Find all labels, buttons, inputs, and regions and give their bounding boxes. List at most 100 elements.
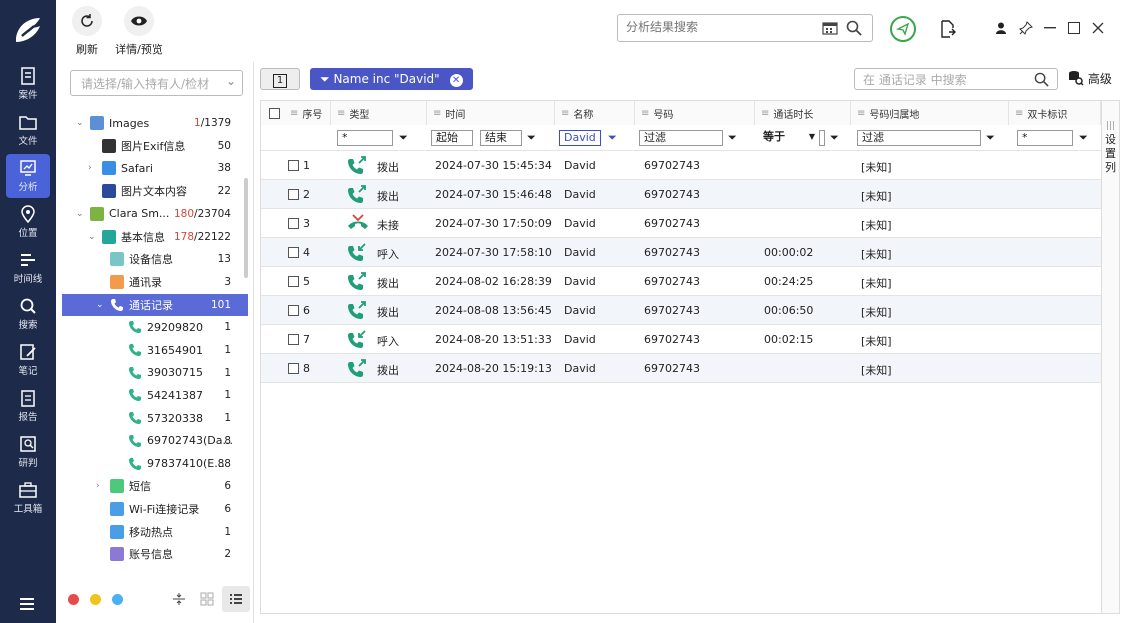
row-checkbox[interactable] [288, 363, 299, 374]
analysis-search-input[interactable] [626, 20, 816, 34]
send-status-icon[interactable] [889, 15, 917, 43]
tree-item[interactable]: 31654901 1 [62, 339, 248, 361]
start-date-filter[interactable]: 起始 [431, 130, 473, 146]
column-settings-button[interactable]: ||| 设置列 [1101, 101, 1119, 613]
column-header[interactable]: ≡ 通话时长 [755, 101, 851, 125]
tree-item[interactable]: ⌄ Clara Sm... 180/23704 [62, 203, 248, 225]
number-filter-input[interactable]: 过滤 [639, 130, 723, 146]
row-checkbox[interactable] [288, 305, 299, 316]
column-header[interactable]: ≡ 号码 [635, 101, 755, 125]
red-dot-icon[interactable] [68, 594, 79, 605]
tree-item[interactable]: 图片Exif信息 50 [62, 135, 248, 157]
tree-item[interactable]: Wi-Fi连接记录 6 [62, 498, 248, 520]
calendar-icon[interactable] [822, 21, 838, 35]
column-header[interactable]: ≡ 序号 [261, 101, 331, 125]
time-filter-icon[interactable]: ⏷ [527, 131, 536, 145]
sidebar-item-judge[interactable]: 研判 [6, 430, 50, 474]
call-log-search-input[interactable]: 在 通话记录 中搜索 [854, 68, 1058, 90]
tree-item[interactable]: 通讯录 3 [62, 271, 248, 293]
page-button[interactable]: 1 [260, 68, 300, 90]
sidebar-item-analysis[interactable]: 分析 [6, 154, 50, 198]
row-checkbox[interactable] [288, 334, 299, 345]
sidebar-item-report[interactable]: 报告 [6, 384, 50, 428]
sim-filter-input[interactable]: * [1017, 130, 1073, 146]
seq-filter-input[interactable]: * [337, 130, 393, 146]
column-header[interactable]: ≡ 双卡标识 [1009, 101, 1101, 125]
sidebar-item-location[interactable]: 位置 [6, 200, 50, 244]
advanced-search-button[interactable]: 高级 [1068, 70, 1112, 87]
sidebar-item-folder[interactable]: 文件 [6, 108, 50, 152]
tree-item[interactable]: › 短信 6 [62, 475, 248, 497]
chevron-down-icon[interactable]: ⌄ [88, 232, 98, 242]
row-checkbox[interactable] [288, 276, 299, 287]
name-filter-icon[interactable]: ⏷ [608, 131, 617, 145]
yellow-dot-icon[interactable] [90, 594, 101, 605]
refresh-button[interactable]: 刷新 [72, 6, 102, 57]
tree-item[interactable]: ⌄ 基本信息 178/22122 [62, 226, 248, 248]
table-row[interactable]: 7 呼入 2024-08-20 13:51:33 David 69702743 00:02… [261, 325, 1101, 354]
row-checkbox[interactable] [288, 160, 299, 171]
tree-item[interactable]: 39030715 1 [62, 362, 248, 384]
list-view-button[interactable] [222, 586, 250, 612]
duration-operator-select[interactable]: 等于 ▼ [759, 130, 815, 146]
table-row[interactable]: 2 拨出 2024-07-30 15:46:48 David 69702743 [未知] [261, 180, 1101, 209]
column-header[interactable]: ≡ 号码归属地 [851, 101, 1009, 125]
sidebar-item-search[interactable]: 搜索 [6, 292, 50, 336]
sidebar-item-toolbox[interactable]: 工具箱 [6, 476, 50, 520]
tree-item[interactable]: 图片文本内容 22 [62, 180, 248, 202]
chevron-right-icon[interactable]: › [96, 481, 106, 491]
search-icon[interactable] [1034, 72, 1049, 87]
close-icon[interactable] [1092, 22, 1104, 34]
table-row[interactable]: 4 呼入 2024-07-30 17:58:10 David 69702743 00:00… [261, 238, 1101, 267]
tree-item[interactable]: › Safari 38 [62, 157, 248, 179]
tree-item[interactable]: 54241387 1 [62, 384, 248, 406]
tree-item[interactable]: 账号信息 2 [62, 543, 248, 565]
chevron-down-icon[interactable]: ⌄ [96, 300, 106, 310]
duration-filter-input[interactable] [819, 130, 825, 146]
preview-button[interactable]: 详情/预览 [99, 6, 179, 57]
tree-item[interactable]: 69702743(Da... 8 [62, 430, 248, 452]
row-checkbox[interactable] [288, 218, 299, 229]
name-filter-input[interactable]: David [559, 130, 601, 146]
name-filter-chip[interactable]: ⏷ Name inc "David" ✕ [310, 68, 473, 90]
search-icon[interactable] [846, 20, 862, 36]
chevron-down-icon[interactable]: ⌄ [76, 209, 86, 219]
table-row[interactable]: 1 拨出 2024-07-30 15:45:34 David 69702743 [未知] [261, 151, 1101, 180]
duration-filter-icon[interactable]: ⏷ [830, 131, 839, 145]
grid-view-icon[interactable] [200, 592, 214, 606]
tree-item[interactable]: ⌄ Images 1/1379 [62, 112, 248, 134]
maximize-icon[interactable] [1068, 22, 1080, 34]
pin-icon[interactable] [1019, 21, 1033, 35]
tree-item[interactable]: 57320338 1 [62, 407, 248, 429]
row-checkbox[interactable] [288, 247, 299, 258]
tree-item[interactable]: 29209820 1 [62, 316, 248, 338]
tree-item[interactable]: 97837410(E... 88 [62, 453, 248, 475]
table-row[interactable]: 8 拨出 2024-08-20 15:19:13 David 69702743 [未知] [261, 354, 1101, 383]
column-header[interactable]: ≡ 类型 [331, 101, 427, 125]
sidebar-item-note[interactable]: 笔记 [6, 338, 50, 382]
export-file-icon[interactable] [940, 20, 956, 38]
column-header[interactable]: ≡ 时间 [427, 101, 555, 125]
sidebar-item-timeline[interactable]: 时间线 [6, 246, 50, 290]
blue-dot-icon[interactable] [112, 594, 123, 605]
sim-filter-icon[interactable]: ⏷ [1079, 131, 1088, 145]
table-row[interactable]: 3 未接 2024-07-30 17:50:09 David 69702743 [未知] [261, 209, 1101, 238]
minimize-icon[interactable] [1044, 27, 1056, 29]
tree-item[interactable]: 移动热点 1 [62, 521, 248, 543]
end-date-filter[interactable]: 结束 [480, 130, 522, 146]
sidebar-item-case[interactable]: 案件 [6, 62, 50, 106]
type-filter-icon[interactable]: ⏷ [399, 131, 408, 145]
menu-icon[interactable] [18, 596, 38, 612]
table-row[interactable]: 5 拨出 2024-08-02 16:28:39 David 69702743 00:24… [261, 267, 1101, 296]
analysis-search-box[interactable] [617, 14, 873, 42]
holder-select[interactable]: 请选择/输入持有人/检材 ⌄ [70, 70, 243, 96]
location-filter-input[interactable]: 过滤 [857, 130, 981, 146]
chevron-right-icon[interactable]: › [88, 163, 98, 173]
chevron-down-icon[interactable]: ⌄ [76, 118, 86, 128]
tree-item[interactable]: 设备信息 13 [62, 248, 248, 270]
collapse-icon[interactable] [172, 592, 186, 606]
number-filter-icon[interactable]: ⏷ [728, 131, 737, 145]
column-header[interactable]: ≡ 名称 [555, 101, 635, 125]
row-checkbox[interactable] [288, 189, 299, 200]
user-icon[interactable] [996, 22, 1006, 34]
